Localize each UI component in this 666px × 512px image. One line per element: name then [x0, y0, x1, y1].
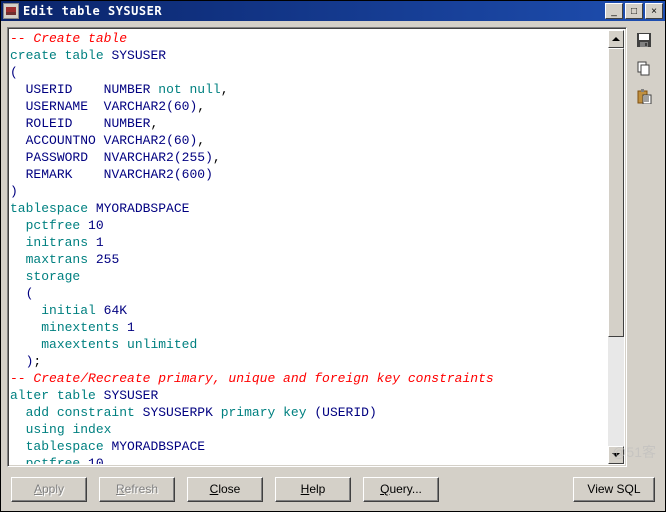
sql-line[interactable]: USERNAME VARCHAR2(60), — [10, 98, 608, 115]
chevron-up-icon — [612, 37, 620, 41]
sql-line[interactable]: ) — [10, 183, 608, 200]
sql-editor-frame: -- Create tablecreate table SYSUSER( USE… — [7, 27, 627, 467]
copy-icon — [636, 60, 652, 76]
window-title: Edit table SYSUSER — [23, 4, 162, 18]
refresh-button[interactable]: Refresh — [99, 477, 175, 502]
sql-line[interactable]: ( — [10, 285, 608, 302]
query-button[interactable]: Query... — [363, 477, 439, 502]
sql-line[interactable]: REMARK NVARCHAR2(600) — [10, 166, 608, 183]
titlebar-buttons: _ □ × — [605, 3, 663, 19]
sql-line[interactable]: maxtrans 255 — [10, 251, 608, 268]
sql-line[interactable]: tablespace MYORADBSPACE — [10, 438, 608, 455]
sql-line[interactable]: storage — [10, 268, 608, 285]
maximize-button[interactable]: □ — [625, 3, 643, 19]
button-bar: Apply Refresh Close Help Query... View S… — [1, 467, 665, 511]
sql-line[interactable]: maxextents unlimited — [10, 336, 608, 353]
paste-button[interactable] — [633, 85, 655, 107]
maximize-icon: □ — [631, 6, 637, 17]
save-button[interactable] — [633, 29, 655, 51]
minimize-button[interactable]: _ — [605, 3, 623, 19]
titlebar[interactable]: Edit table SYSUSER _ □ × — [1, 1, 665, 21]
copy-button[interactable] — [633, 57, 655, 79]
view-sql-button[interactable]: View SQL — [573, 477, 655, 502]
sql-line[interactable]: alter table SYSUSER — [10, 387, 608, 404]
sql-line[interactable]: add constraint SYSUSERPK primary key (US… — [10, 404, 608, 421]
help-button[interactable]: Help — [275, 477, 351, 502]
sql-line[interactable]: minextents 1 — [10, 319, 608, 336]
minimize-icon: _ — [611, 6, 617, 17]
sql-line[interactable]: -- Create table — [10, 30, 608, 47]
scroll-down-button[interactable] — [608, 446, 624, 464]
right-toolbar — [633, 27, 659, 467]
sql-line[interactable]: ); — [10, 353, 608, 370]
close-button[interactable]: × — [645, 3, 663, 19]
paste-icon — [636, 88, 652, 104]
close-btn[interactable]: Close — [187, 477, 263, 502]
scrollbar-thumb[interactable] — [608, 48, 624, 337]
sql-line[interactable]: USERID NUMBER not null, — [10, 81, 608, 98]
client-area: -- Create tablecreate table SYSUSER( USE… — [1, 21, 665, 467]
sql-line[interactable]: ROLEID NUMBER, — [10, 115, 608, 132]
sql-line[interactable]: ACCOUNTNO VARCHAR2(60), — [10, 132, 608, 149]
sql-line[interactable]: ( — [10, 64, 608, 81]
vertical-scrollbar[interactable] — [608, 30, 624, 464]
chevron-down-icon — [612, 453, 620, 457]
sql-line[interactable]: pctfree 10 — [10, 217, 608, 234]
sql-line[interactable]: create table SYSUSER — [10, 47, 608, 64]
sql-line[interactable]: initrans 1 — [10, 234, 608, 251]
sql-line[interactable]: initial 64K — [10, 302, 608, 319]
save-icon — [636, 32, 652, 48]
apply-button[interactable]: Apply — [11, 477, 87, 502]
sql-line[interactable]: -- Create/Recreate primary, unique and f… — [10, 370, 608, 387]
sql-line[interactable]: PASSWORD NVARCHAR2(255), — [10, 149, 608, 166]
sql-line[interactable]: using index — [10, 421, 608, 438]
scroll-up-button[interactable] — [608, 30, 624, 48]
scrollbar-track[interactable] — [608, 48, 624, 446]
app-window: Edit table SYSUSER _ □ × -- Create table… — [0, 0, 666, 512]
sql-line[interactable]: pctfree 10 — [10, 455, 608, 464]
app-icon — [3, 3, 19, 19]
sql-line[interactable]: tablespace MYORADBSPACE — [10, 200, 608, 217]
sql-editor[interactable]: -- Create tablecreate table SYSUSER( USE… — [10, 30, 608, 464]
close-icon: × — [651, 6, 657, 17]
